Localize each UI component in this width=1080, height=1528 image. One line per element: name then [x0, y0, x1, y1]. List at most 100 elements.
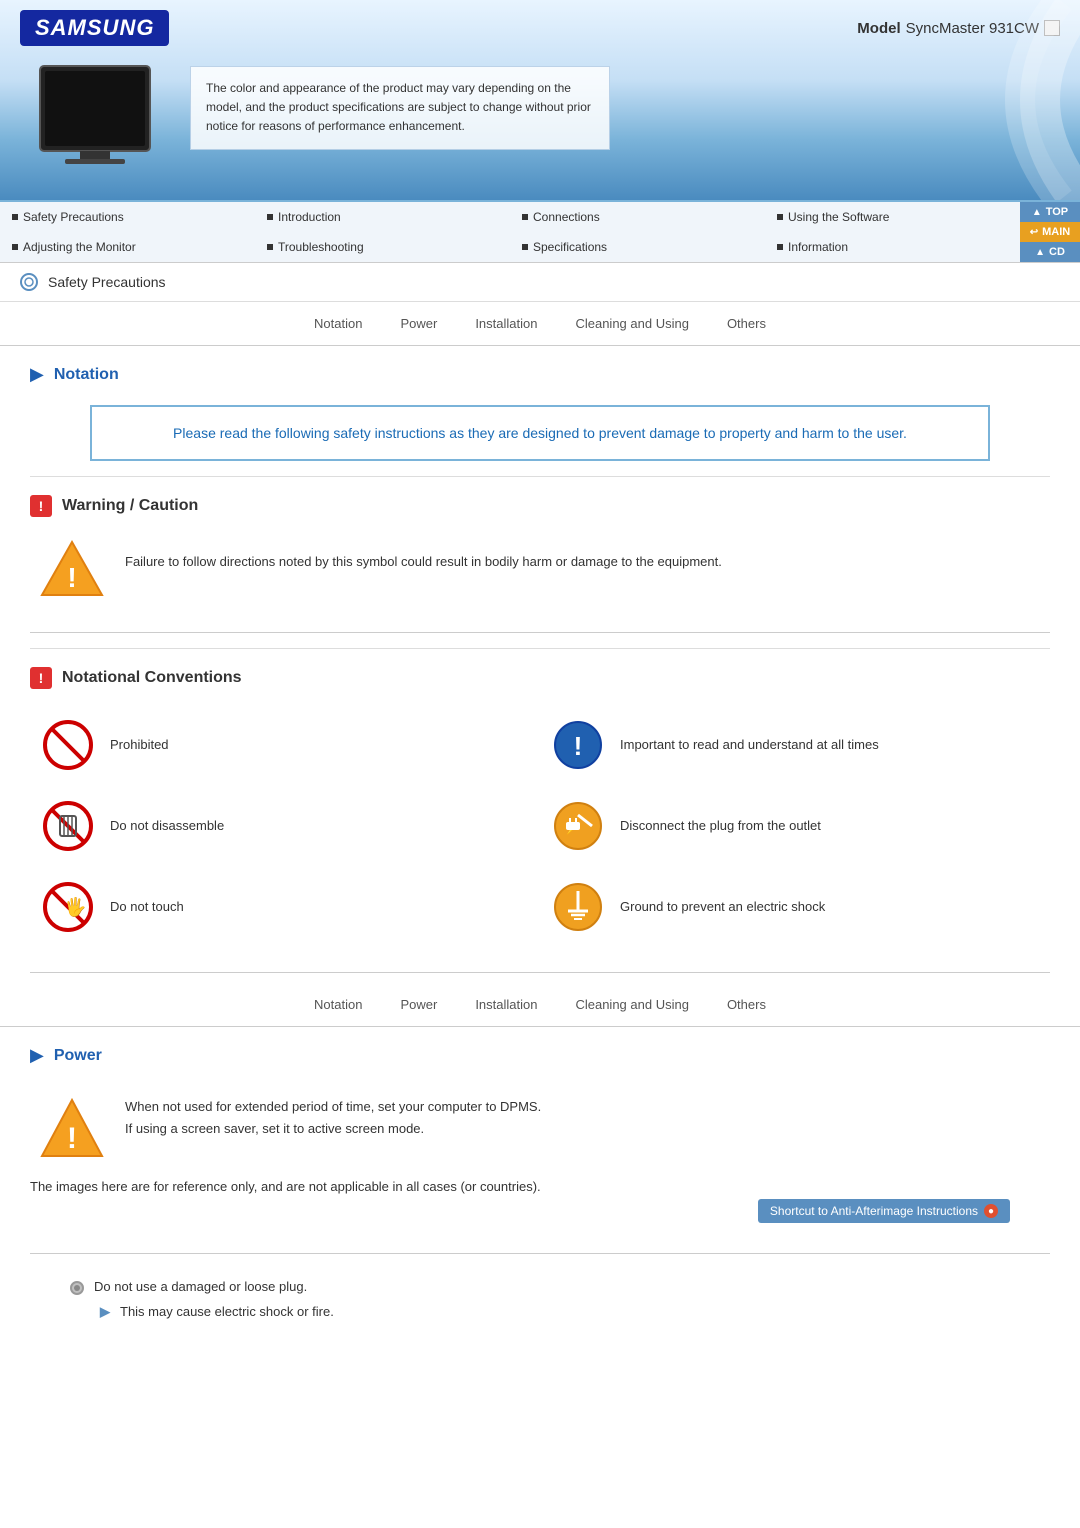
- notation-no-touch: 🖐 Do not touch: [40, 871, 520, 942]
- up-icon: ▲: [1035, 247, 1045, 258]
- breadcrumb-text: Safety Precautions: [48, 274, 166, 290]
- no-disassemble-icon: [40, 798, 95, 853]
- important-icon: !: [550, 717, 605, 772]
- notation-info-box: Please read the following safety instruc…: [90, 405, 990, 461]
- no-disassemble-label: Do not disassemble: [110, 818, 224, 833]
- tab-cleaning-2[interactable]: Cleaning and Using: [571, 995, 692, 1014]
- nav-bullet: [777, 244, 783, 250]
- up-arrow-icon: ▲: [1032, 207, 1042, 218]
- notational-title: Notational Conventions: [62, 669, 242, 687]
- tab-others-2[interactable]: Others: [723, 995, 770, 1014]
- shortcut-row: Shortcut to Anti-Afterimage Instructions…: [30, 1199, 1050, 1223]
- nav-introduction[interactable]: Introduction: [255, 202, 510, 232]
- power-title: Power: [54, 1047, 102, 1065]
- header: SAMSUNG Model SyncMaster 931CW The color…: [0, 0, 1080, 200]
- tab-power-2[interactable]: Power: [396, 995, 441, 1014]
- power-section: ! When not used for extended period of t…: [30, 1076, 1050, 1243]
- bullet-list: Do not use a damaged or loose plug. ▶ Th…: [30, 1264, 1050, 1334]
- svg-text:!: !: [573, 731, 582, 761]
- nav-using-software[interactable]: Using the Software: [765, 202, 1020, 232]
- breadcrumb-bar: Safety Precautions: [0, 263, 1080, 302]
- section-tabs-1: Notation Power Installation Cleaning and…: [0, 302, 1080, 346]
- main-content: ▶ Notation Please read the following saf…: [0, 346, 1080, 973]
- nav-bullet: [777, 214, 783, 220]
- nav-information[interactable]: Information: [765, 232, 1020, 262]
- nav-bar: Safety Precautions Introduction Connecti…: [0, 200, 1080, 263]
- shortcut-button[interactable]: Shortcut to Anti-Afterimage Instructions…: [758, 1199, 1010, 1223]
- nav-buttons: ▲ TOP ↩ MAIN ▲ CD: [1020, 202, 1080, 262]
- monitor-illustration: [20, 56, 170, 186]
- divider-3: [30, 1253, 1050, 1254]
- power-content: ▶ Power ! When not used for extended per…: [0, 1027, 1080, 1334]
- notation-arrow-icon: ▶: [30, 364, 44, 385]
- disconnect-icon: ⚡: [550, 798, 605, 853]
- notation-disconnect: ⚡ Disconnect the plug from the outlet: [550, 790, 1030, 861]
- divider-1: [30, 632, 1050, 633]
- nav-bullet: [267, 244, 273, 250]
- tab-cleaning-1[interactable]: Cleaning and Using: [571, 314, 692, 333]
- tab-power-1[interactable]: Power: [396, 314, 441, 333]
- notation-prohibited: Prohibited: [40, 709, 520, 780]
- disconnect-label: Disconnect the plug from the outlet: [620, 818, 821, 833]
- nav-troubleshooting[interactable]: Troubleshooting: [255, 232, 510, 262]
- nav-connections[interactable]: Connections: [510, 202, 765, 232]
- nav-bullet: [267, 214, 273, 220]
- section-tabs-2: Notation Power Installation Cleaning and…: [0, 983, 1080, 1027]
- warning-triangle-icon: !: [40, 537, 105, 602]
- nav-safety-precautions[interactable]: Safety Precautions: [0, 202, 255, 232]
- notation-title: Notation: [54, 366, 119, 384]
- ground-icon: [550, 879, 605, 934]
- header-notice: The color and appearance of the product …: [190, 66, 610, 150]
- reference-text: The images here are for reference only, …: [30, 1171, 1050, 1199]
- warning-title: Warning / Caution: [62, 497, 198, 515]
- power-heading: ▶ Power: [30, 1027, 1050, 1076]
- prohibited-icon: [40, 717, 95, 772]
- power-description: When not used for extended period of tim…: [125, 1096, 541, 1140]
- divider-2: [30, 972, 1050, 973]
- bullet-icon: [70, 1281, 84, 1295]
- svg-text:!: !: [67, 1122, 77, 1155]
- tab-installation-2[interactable]: Installation: [471, 995, 541, 1014]
- svg-text:🖐: 🖐: [64, 896, 86, 919]
- warning-row: ! Failure to follow directions noted by …: [30, 527, 1050, 622]
- warning-icon: !: [30, 495, 52, 517]
- power-arrow-icon: ▶: [30, 1045, 44, 1066]
- tab-notation-1[interactable]: Notation: [310, 314, 366, 333]
- notation-grid: Prohibited ! Important to read and under…: [30, 699, 1050, 962]
- notation-heading: ▶ Notation: [30, 346, 1050, 395]
- sub-arrow-icon: ▶: [100, 1304, 110, 1320]
- power-warning-icon: !: [40, 1096, 105, 1161]
- nav-bullet: [522, 244, 528, 250]
- nav-cd-button[interactable]: ▲ CD: [1020, 242, 1080, 262]
- samsung-logo: SAMSUNG: [20, 10, 169, 46]
- warning-heading: ! Warning / Caution: [30, 476, 1050, 527]
- no-touch-label: Do not touch: [110, 899, 184, 914]
- notation-important: ! Important to read and understand at al…: [550, 709, 1030, 780]
- notation-no-disassemble: Do not disassemble: [40, 790, 520, 861]
- notational-warning-icon: !: [30, 667, 52, 689]
- header-wave: [800, 0, 1080, 200]
- nav-adjusting-monitor[interactable]: Adjusting the Monitor: [0, 232, 255, 262]
- bullet-item-1: Do not use a damaged or loose plug.: [70, 1274, 1050, 1300]
- tab-others-1[interactable]: Others: [723, 314, 770, 333]
- tab-installation-1[interactable]: Installation: [471, 314, 541, 333]
- nav-top-button[interactable]: ▲ TOP: [1020, 202, 1080, 222]
- no-touch-icon: 🖐: [40, 879, 95, 934]
- prohibited-label: Prohibited: [110, 737, 169, 752]
- ground-label: Ground to prevent an electric shock: [620, 899, 825, 914]
- nav-main-button[interactable]: ↩ MAIN: [1020, 222, 1080, 242]
- notation-ground: Ground to prevent an electric shock: [550, 871, 1030, 942]
- power-row: ! When not used for extended period of t…: [30, 1086, 1050, 1171]
- warning-description: Failure to follow directions noted by th…: [125, 537, 722, 573]
- nav-main: Safety Precautions Introduction Connecti…: [0, 202, 1020, 262]
- svg-text:!: !: [67, 562, 76, 593]
- notational-conventions-heading: ! Notational Conventions: [30, 648, 1050, 699]
- nav-specifications[interactable]: Specifications: [510, 232, 765, 262]
- nav-bullet: [522, 214, 528, 220]
- nav-bullet: [12, 214, 18, 220]
- nav-bullet: [12, 244, 18, 250]
- tab-notation-2[interactable]: Notation: [310, 995, 366, 1014]
- important-label: Important to read and understand at all …: [620, 737, 879, 752]
- return-icon: ↩: [1030, 227, 1038, 238]
- breadcrumb-icon: [20, 273, 38, 291]
